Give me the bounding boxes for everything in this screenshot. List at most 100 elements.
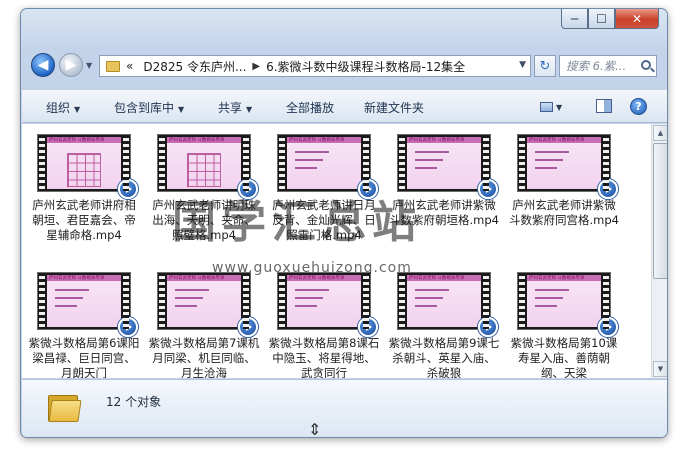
file-name: 紫微斗数格局第7课机月同梁、机巨同临、月生沧海 [148,336,260,378]
file-list[interactable]: 庐州玄武老师 斗数格局传承 庐州玄武老师讲府相朝垣、君臣嘉会、帝星辅命格.mp4 庐… [22,124,667,378]
file-name: 紫微斗数格局第10课寿星入庙、善荫朝纲、天梁 [510,336,618,378]
media-player-icon [598,317,618,337]
file-item[interactable]: 庐州玄武老师 斗数格局传承庐州玄武老师讲府相朝垣、君臣嘉会、帝星辅命格.mp4 [28,134,140,243]
watermark-url: www.guoxuehuizong.com [212,260,412,276]
address-bar[interactable]: « D2825 令东庐州... ▶ 6.紫微斗数中级课程斗数格局-12集全 ▼ [99,55,531,77]
video-thumbnail: 庐州玄武老师 斗数格局传承 [277,134,378,199]
media-player-icon [598,179,618,199]
file-name: 紫微斗数格局第9课七杀朝斗、英星入庙、杀破狼 [388,336,500,378]
video-thumbnail: 庐州玄武老师 斗数格局传承 [517,272,618,337]
slide-text-line [535,159,563,161]
help-icon[interactable]: ? [630,98,647,115]
chevron-down-icon: ▼ [178,105,185,114]
search-placeholder: 搜索 6.紫... [566,59,627,73]
new-folder-button[interactable]: 新建文件夹 [364,99,424,116]
breadcrumb-separator-icon[interactable]: ▶ [252,61,260,72]
share-button[interactable]: 共享 ▼ [218,99,252,116]
slide-text-line [295,289,329,291]
chart-grid [67,153,101,187]
media-player-icon [118,317,138,337]
slide-text-line [415,289,449,291]
file-item[interactable]: 庐州玄武老师 斗数格局传承紫微斗数格局第10课寿星入庙、善荫朝纲、天梁 [508,272,620,378]
file-item[interactable]: 庐州玄武老师 斗数格局传承 庐州玄武老师讲紫微斗数紫府同宫格.mp4 [508,134,620,228]
back-button[interactable]: ◀ [31,53,55,77]
details-pane: 12 个对象 [22,379,667,437]
forward-arrow-icon: ▶ [65,57,77,73]
share-label: 共享 [218,101,243,115]
thumbnail-title: 庐州玄武老师 斗数格局传承 [49,276,105,281]
slide-text-line [535,167,557,169]
slide-text-line [415,297,443,299]
slide-text-line [295,305,317,307]
search-icon[interactable] [641,60,651,70]
slide-text-line [295,159,323,161]
video-thumbnail: 庐州玄武老师 斗数格局传承 [157,272,258,337]
recent-pages-dropdown[interactable]: ▼ [86,61,92,70]
video-thumbnail: 庐州玄武老师 斗数格局传承 [157,134,258,199]
maximize-button[interactable]: ☐ [588,9,615,29]
close-button[interactable]: ✕ [615,9,659,29]
forward-button[interactable]: ▶ [59,53,83,77]
organize-button[interactable]: 组织 ▼ [46,99,80,116]
caption-buttons: ─ ☐ ✕ [561,9,659,31]
thumbnail-slide: 庐州玄武老师 斗数格局传承 [167,137,241,189]
refresh-button[interactable]: ↻ [534,55,556,77]
file-item[interactable]: 庐州玄武老师 斗数格局传承 紫微斗数格局第8课石中隐玉、将星得地、武贪同行 [268,272,380,378]
thumbnail-slide: 庐州玄武老师 斗数格局传承 [527,137,601,189]
explorer-window: ─ ☐ ✕ ◀ ▶ ▼ « D2825 令东庐州... ▶ 6.紫微斗数中级课程… [20,8,668,438]
video-thumbnail: 庐州玄武老师 斗数格局传承 [37,134,138,199]
change-view-button[interactable]: ▼ [540,97,570,117]
breadcrumb-current[interactable]: 6.紫微斗数中级课程斗数格局-12集全 [266,58,465,75]
slide-text-line [295,167,317,169]
slide-text-line [295,297,323,299]
media-player-icon [478,317,498,337]
file-name: 紫微斗数格局第6课阳梁昌禄、巨日同宫、月朗天门 [28,336,140,378]
media-player-icon [478,179,498,199]
search-input[interactable]: 搜索 6.紫... [559,55,657,77]
file-item[interactable]: 庐州玄武老师 斗数格局传承紫微斗数格局第7课机月同梁、机巨同临、月生沧海 [148,272,260,378]
file-name: 紫微斗数格局第8课石中隐玉、将星得地、武贪同行 [268,336,380,378]
breadcrumb-overflow[interactable]: « [126,59,133,73]
view-icon [540,102,553,112]
thumbnail-slide: 庐州玄武老师 斗数格局传承 [407,275,481,327]
include-in-library-button[interactable]: 包含到库中 ▼ [114,99,184,116]
video-thumbnail: 庐州玄武老师 斗数格局传承 [397,134,498,199]
address-dropdown[interactable]: ▼ [519,60,526,70]
file-item[interactable]: 庐州玄武老师 斗数格局传承紫微斗数格局第6课阳梁昌禄、巨日同宫、月朗天门 [28,272,140,378]
chevron-down-icon: ▼ [246,105,253,114]
thumbnail-slide: 庐州玄武老师 斗数格局传承 [167,275,241,327]
play-all-button[interactable]: 全部播放 [286,99,334,116]
thumbnail-slide: 庐州玄武老师 斗数格局传承 [287,137,361,189]
chevron-down-icon: ▼ [556,102,563,112]
chevron-down-icon: ▼ [74,105,81,114]
video-thumbnail: 庐州玄武老师 斗数格局传承 [37,272,138,337]
slide-text-line [415,151,449,153]
minimize-button[interactable]: ─ [561,9,588,29]
scroll-thumb[interactable] [653,143,667,279]
breadcrumb-parent[interactable]: D2825 令东庐州... [143,58,246,75]
slide-text-line [535,305,557,307]
scroll-up-button[interactable]: ▲ [653,125,667,141]
resize-cursor-icon: ⇕ [308,420,322,439]
slide-text-line [535,297,563,299]
address-row: ◀ ▶ ▼ « D2825 令东庐州... ▶ 6.紫微斗数中级课程斗数格局-1… [29,51,659,81]
thumbnail-title: 庐州玄武老师 斗数格局传承 [409,276,465,281]
thumbnail-title: 庐州玄武老师 斗数格局传承 [529,276,585,281]
chart-grid [187,153,221,187]
thumbnail-title: 庐州玄武老师 斗数格局传承 [169,138,225,143]
scroll-down-button[interactable]: ▼ [653,361,667,377]
slide-text-line [535,151,569,153]
file-item[interactable]: 庐州玄武老师 斗数格局传承紫微斗数格局第9课七杀朝斗、英星入庙、杀破狼 [388,272,500,378]
preview-pane-icon[interactable] [596,99,612,113]
organize-label: 组织 [46,101,71,115]
slide-text-line [415,305,437,307]
slide-text-line [175,297,203,299]
file-name: 庐州玄武老师讲府相朝垣、君臣嘉会、帝星辅命格.mp4 [32,198,136,242]
thumbnail-slide: 庐州玄武老师 斗数格局传承 [47,137,121,189]
include-library-label: 包含到库中 [114,101,175,115]
vertical-scrollbar[interactable]: ▲ ▼ [651,124,667,378]
watermark-text: 国学汇总站 [172,197,422,248]
thumbnail-title: 庐州玄武老师 斗数格局传承 [289,138,345,143]
slide-text-line [415,159,443,161]
folder-icon [48,392,82,422]
